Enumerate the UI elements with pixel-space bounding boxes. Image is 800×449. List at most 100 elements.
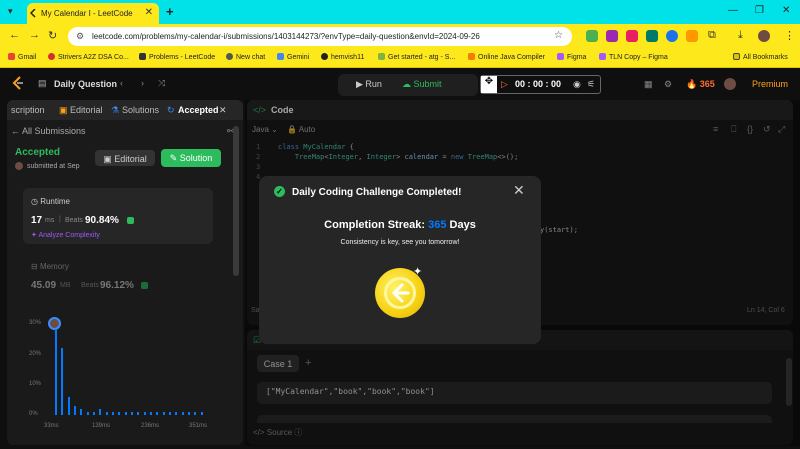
bookmark-star-icon[interactable]: ☆ (554, 30, 563, 41)
next-question-icon[interactable]: › (141, 78, 144, 88)
bookmark-item[interactable]: Get started - atg - S... (378, 53, 455, 61)
tab-solutions[interactable]: Solutions (122, 105, 159, 115)
download-icon[interactable]: ⤓ (738, 29, 743, 42)
bookmark-item[interactable]: hemvish11 (321, 53, 364, 61)
tab-editorial[interactable]: Editorial (70, 105, 103, 115)
minimize-icon[interactable]: — (728, 5, 738, 16)
timer-play-icon[interactable]: ▷ (501, 79, 508, 90)
chart-bar[interactable] (175, 411, 178, 415)
bookmark-item[interactable]: New chat (226, 53, 265, 61)
bookmark-item[interactable]: Online Java Compiler (468, 53, 545, 61)
back-icon[interactable]: ← (9, 29, 20, 41)
layout-icon[interactable]: ▦ (644, 79, 653, 90)
address-bar[interactable]: ⚙ leetcode.com/problems/my-calendar-i/su… (68, 27, 572, 46)
chart-bar[interactable] (61, 347, 64, 415)
chart-bar[interactable] (105, 411, 108, 415)
chart-bar[interactable] (67, 396, 70, 415)
chart-bar[interactable] (137, 411, 140, 415)
settings-icon[interactable]: ⚙ (664, 79, 672, 90)
run-button[interactable]: ▶ Run (356, 79, 382, 90)
chart-bar[interactable] (162, 411, 165, 415)
user-avatar[interactable] (724, 78, 736, 90)
tab-search-icon[interactable]: ▾ (8, 6, 13, 17)
chart-bar[interactable] (112, 411, 114, 415)
restore-icon[interactable]: ❐ (755, 5, 764, 16)
daily-question-link[interactable]: Daily Question (54, 79, 117, 89)
leetcode-logo[interactable] (12, 76, 24, 90)
chart-bar[interactable] (150, 411, 152, 415)
extension-icon[interactable] (646, 30, 658, 42)
runtime-label: ◷ Runtime (31, 197, 70, 206)
extension-icon[interactable] (686, 30, 698, 42)
extension-icon[interactable] (586, 30, 598, 42)
chart-bar[interactable] (181, 411, 184, 415)
chart-bar[interactable] (194, 411, 197, 415)
memory-unit: MB (60, 282, 71, 289)
chart-bar[interactable] (80, 408, 83, 415)
premium-link[interactable]: Premium (752, 79, 788, 89)
beats-badge-icon (127, 217, 134, 224)
chart-bar[interactable] (86, 411, 89, 415)
extension-icon[interactable] (606, 30, 618, 42)
solution-button[interactable]: ✎ Solution (161, 149, 221, 167)
leetcode-header: ▤ Daily Question ‹ › ⤨ ▶ Run ☁ Submit ▦ … (0, 68, 800, 100)
chart-bar[interactable] (74, 405, 76, 415)
y-tick-label: 20% (29, 351, 42, 357)
forward-icon[interactable]: → (29, 29, 40, 41)
new-tab-button[interactable]: + (166, 4, 174, 19)
chart-bar[interactable] (200, 411, 203, 415)
tab-accepted[interactable]: Accepted (178, 105, 219, 115)
extension-icon[interactable] (626, 30, 638, 42)
chart-bar[interactable] (124, 411, 127, 415)
close-window-icon[interactable]: ✕ (782, 5, 790, 16)
modal-close-icon[interactable]: ✕ (513, 182, 525, 199)
chart-bar[interactable] (188, 411, 190, 415)
all-bookmarks[interactable]: All Bookmarks (733, 53, 788, 61)
site-info-icon[interactable]: ⚙ (76, 31, 84, 42)
all-submissions-link[interactable]: ← All Submissions (11, 126, 86, 136)
reload-icon[interactable]: ↻ (48, 29, 57, 42)
daily-challenge-modal: ✓ Daily Coding Challenge Completed! ✕ Co… (259, 176, 541, 344)
bookmark-item[interactable]: TLN Copy – Figma (599, 53, 668, 61)
chart-bar[interactable] (143, 411, 146, 415)
y-tick-label: 0% (29, 411, 38, 417)
chart-bar[interactable] (131, 411, 133, 415)
shuffle-icon[interactable]: ⤨ (158, 78, 165, 89)
menu-icon[interactable]: ⋮ (784, 29, 795, 42)
eye-icon[interactable]: ◉ (573, 79, 581, 90)
runtime-value: 17 (31, 215, 43, 226)
tab-description[interactable]: scription (11, 105, 45, 115)
editorial-tab-icon: ▣ (59, 105, 68, 115)
chart-bar[interactable] (118, 411, 121, 415)
extensions-puzzle-icon[interactable]: ⧉ (708, 29, 716, 42)
leetcode-favicon (29, 8, 38, 18)
chart-bar[interactable] (55, 329, 57, 415)
drag-handle-icon[interactable]: ✥ (481, 76, 497, 93)
chart-bar[interactable] (169, 411, 171, 415)
streak-number: 365 (428, 219, 447, 231)
bookmark-item[interactable]: Gmail (8, 53, 36, 61)
chart-bar[interactable] (156, 411, 159, 415)
streak-counter[interactable]: 🔥 365 (686, 79, 715, 90)
bookmark-item[interactable]: Figma (557, 53, 586, 61)
bookmark-item[interactable]: Problems - LeetCode (139, 53, 215, 61)
bookmark-item[interactable]: Gemini (277, 53, 309, 61)
chart-bar[interactable] (99, 408, 102, 415)
browser-tab[interactable]: My Calendar I - LeetCode ✕ (27, 3, 159, 24)
chart-bar[interactable] (93, 411, 95, 415)
prev-question-icon[interactable]: ‹ (120, 78, 123, 88)
profile-avatar[interactable] (758, 30, 770, 42)
browser-tab-strip: ▾ My Calendar I - LeetCode ✕ + — ❐ ✕ (0, 0, 800, 24)
analyze-complexity-link[interactable]: ✦ Analyze Complexity (31, 231, 100, 239)
problem-list-icon[interactable]: ▤ (38, 78, 47, 89)
memory-value: 45.09 (31, 280, 57, 291)
bookmark-item[interactable]: Strivers A2Z DSA Co... (48, 53, 129, 61)
your-submission-marker[interactable] (48, 317, 61, 330)
left-scrollbar[interactable] (233, 126, 239, 276)
timer-settings-icon[interactable]: ⚟ (587, 79, 595, 90)
close-tab-icon[interactable]: ✕ (219, 105, 227, 116)
close-tab-icon[interactable]: ✕ (145, 7, 153, 18)
submit-button[interactable]: ☁ Submit (402, 79, 442, 90)
editorial-button[interactable]: ▣ Editorial (95, 150, 155, 166)
extension-icon[interactable] (666, 30, 678, 42)
